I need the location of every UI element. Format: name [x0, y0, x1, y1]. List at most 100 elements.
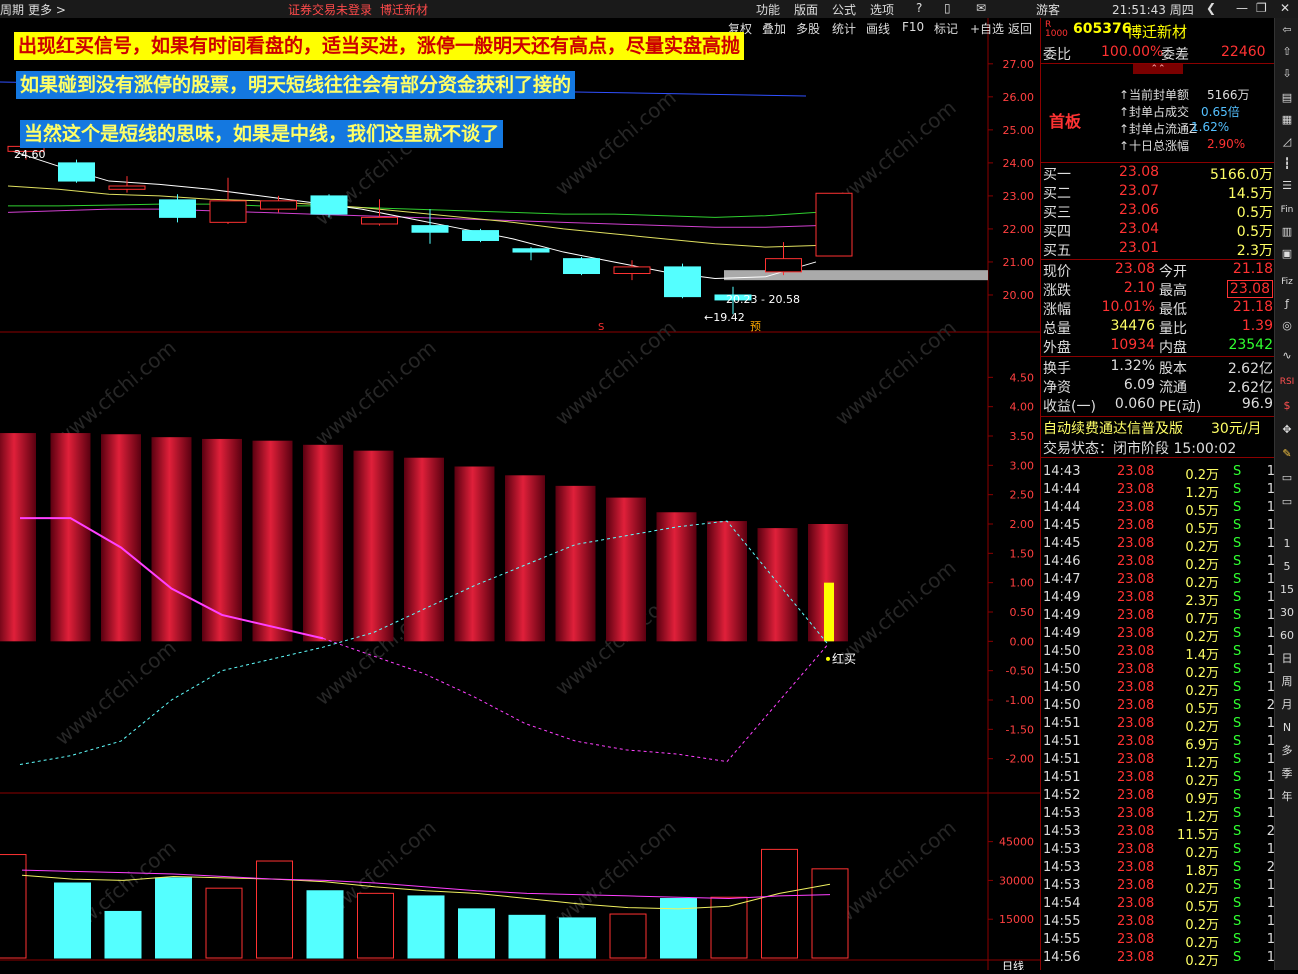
bid-row[interactable]: 买三 23.06 0.5万 — [1041, 202, 1275, 221]
arrow-left-icon[interactable]: ⇦ — [1278, 22, 1296, 38]
move-icon[interactable]: ✥ — [1278, 422, 1296, 438]
tick-row[interactable]: 14:54 23.08 0.5万 S 1 — [1041, 896, 1275, 915]
toolbar-stats[interactable]: 统计 — [832, 20, 856, 37]
tick-row[interactable]: 14:53 23.08 11.5万 S 2 — [1041, 824, 1275, 843]
period-button[interactable]: 5 — [1278, 559, 1296, 575]
toolbar-overlay[interactable]: 叠加 — [762, 20, 786, 37]
bid-row[interactable]: 买五 23.01 2.3万 — [1041, 240, 1275, 259]
login-status[interactable]: 证券交易未登录 — [288, 1, 372, 18]
period-button[interactable]: 多 — [1278, 743, 1296, 759]
line-chart-icon[interactable]: ◿ — [1278, 134, 1296, 150]
help-icon[interactable]: ? — [916, 1, 922, 15]
back-arrow-icon[interactable]: ❮ — [1206, 1, 1216, 15]
toolbar-add-favorite[interactable]: +自选 — [970, 20, 1004, 37]
tick-row[interactable]: 14:49 23.08 0.7万 S 1 — [1041, 608, 1275, 627]
list-icon[interactable]: ☰ — [1278, 178, 1296, 194]
tick-row[interactable]: 14:51 23.08 0.2万 S 1 — [1041, 716, 1275, 735]
f-icon[interactable]: ƒ — [1278, 296, 1296, 312]
chart-icon[interactable]: ▤ — [1278, 90, 1296, 106]
tick-row[interactable]: 14:49 23.08 2.3万 S 1 — [1041, 590, 1275, 609]
fin-icon[interactable]: Fin — [1278, 202, 1296, 218]
tick-row[interactable]: 14:53 23.08 0.2万 S 1 — [1041, 878, 1275, 897]
tick-row[interactable]: 14:44 23.08 0.5万 S 1 — [1041, 500, 1275, 519]
dollar-icon[interactable]: $ — [1278, 398, 1296, 414]
toolbar-back[interactable]: 返回 — [1008, 20, 1032, 37]
tick-row[interactable]: 14:50 23.08 0.2万 S 1 — [1041, 662, 1275, 681]
period-button[interactable]: N — [1278, 720, 1296, 736]
period-button[interactable]: 月 — [1278, 697, 1296, 713]
restore-icon[interactable]: ❐ — [1256, 1, 1267, 15]
toolbar-f10[interactable]: F10 — [902, 20, 924, 34]
bid-row[interactable]: 买一 23.08 5166.0万 — [1041, 164, 1275, 183]
menu-layout[interactable]: 版面 — [794, 1, 818, 18]
tick-row[interactable]: 14:47 23.08 0.2万 S 1 — [1041, 572, 1275, 591]
period-button[interactable]: 季 — [1278, 766, 1296, 782]
period-button[interactable]: 30 — [1278, 605, 1296, 621]
ad-price[interactable]: 30元/月 — [1211, 418, 1262, 438]
tick-row[interactable]: 14:50 23.08 0.2万 S 1 — [1041, 680, 1275, 699]
period-button[interactable]: 年 — [1278, 789, 1296, 805]
seal-value: 1.62% — [1191, 120, 1230, 134]
doc-icon[interactable]: ▣ — [1278, 246, 1296, 262]
user-label[interactable]: 游客 — [1036, 1, 1060, 18]
more-menu[interactable]: 更多 > — [28, 1, 66, 18]
toolbar-mark[interactable]: 标记 — [934, 20, 958, 37]
tick-row[interactable]: 14:43 23.08 0.2万 S 1 — [1041, 464, 1275, 483]
tick-row[interactable]: 14:52 23.08 0.9万 S 1 — [1041, 788, 1275, 807]
collapse-chevron-icon[interactable]: ⌃⌃ — [1133, 64, 1183, 74]
ad-banner[interactable]: 自动续费通达信普及版 30元/月 — [1041, 418, 1275, 438]
tick-row[interactable]: 14:51 23.08 1.2万 S 1 — [1041, 752, 1275, 771]
bid-row[interactable]: 买二 23.07 14.5万 — [1041, 183, 1275, 202]
tick-row[interactable]: 14:53 23.08 1.2万 S 1 — [1041, 806, 1275, 825]
stat-value: 23.08 — [1226, 280, 1273, 298]
tick-row[interactable]: 14:50 23.08 1.4万 S 1 — [1041, 644, 1275, 663]
table-icon[interactable]: ▥ — [1278, 224, 1296, 240]
phone-icon[interactable]: ▯ — [944, 1, 951, 15]
circle-icon[interactable]: ◎ — [1278, 318, 1296, 334]
period-button[interactable]: 1 — [1278, 536, 1296, 552]
tick-row[interactable]: 14:51 23.08 6.9万 S 1 — [1041, 734, 1275, 753]
fiz-icon[interactable]: Fiz — [1278, 274, 1296, 290]
panel-icon[interactable]: ▭ — [1278, 470, 1296, 486]
bid-row[interactable]: 买四 23.04 0.5万 — [1041, 221, 1275, 240]
wave-icon[interactable]: ∿ — [1278, 348, 1296, 364]
tick-row[interactable]: 14:51 23.08 0.2万 S 1 — [1041, 770, 1275, 789]
rsi-icon[interactable]: RSI — [1278, 374, 1296, 390]
tick-row[interactable]: 14:53 23.08 1.8万 S 2 — [1041, 860, 1275, 879]
tick-row[interactable]: 14:56 23.08 0.2万 S 1 — [1041, 950, 1275, 969]
panel2-icon[interactable]: ▭ — [1278, 494, 1296, 510]
period-button[interactable]: 周 — [1278, 674, 1296, 690]
arrow-down-icon[interactable]: ⇩ — [1278, 66, 1296, 82]
arrow-up-icon[interactable]: ⇧ — [1278, 44, 1296, 60]
period-button[interactable]: 日 — [1278, 651, 1296, 667]
tick-row[interactable]: 14:50 23.08 0.5万 S 2 — [1041, 698, 1275, 717]
pencil-icon[interactable]: ✎ — [1278, 446, 1296, 462]
period-button[interactable]: 15 — [1278, 582, 1296, 598]
toolbar-draw-line[interactable]: 画线 — [866, 20, 890, 37]
period-button[interactable]: 60 — [1278, 628, 1296, 644]
ad-text[interactable]: 自动续费通达信普及版 — [1043, 418, 1183, 438]
menu-formula[interactable]: 公式 — [832, 1, 856, 18]
stock-name[interactable]: 博迁新材 — [1127, 21, 1187, 42]
tick-row[interactable]: 14:55 23.08 0.2万 S 1 — [1041, 932, 1275, 951]
period-label[interactable]: 周期 — [0, 1, 24, 18]
tick-row[interactable]: 14:45 23.08 0.2万 S 1 — [1041, 536, 1275, 555]
tick-row[interactable]: 14:49 23.08 0.2万 S 1 — [1041, 626, 1275, 645]
tick-row[interactable]: 14:45 23.08 0.5万 S 1 — [1041, 518, 1275, 537]
minimize-icon[interactable]: — — [1236, 1, 1248, 15]
tick-row[interactable]: 14:44 23.08 1.2万 S 1 — [1041, 482, 1275, 501]
tick-row[interactable]: 14:55 23.08 0.2万 S 1 — [1041, 914, 1275, 933]
tick-list[interactable]: 14:43 23.08 0.2万 S 1 14:44 23.08 1.2万 S 1 14:44 23.… — [1041, 458, 1275, 970]
toolbar-multi-stock[interactable]: 多股 — [796, 20, 820, 37]
mail-icon[interactable]: ✉ — [976, 1, 986, 15]
candle-icon[interactable]: ┇ — [1278, 156, 1296, 172]
grid-icon[interactable]: ▦ — [1278, 112, 1296, 128]
menu-function[interactable]: 功能 — [756, 1, 780, 18]
menu-options[interactable]: 选项 — [870, 1, 894, 18]
chart-svg[interactable]: www.cfchi.com www.cfchi.com www.cfchi.com w… — [0, 18, 1040, 973]
stock-code[interactable]: 605376 — [1073, 21, 1131, 37]
tick-row[interactable]: 14:53 23.08 0.2万 S 1 — [1041, 842, 1275, 861]
chart-area[interactable]: www.cfchi.com www.cfchi.com www.cfchi.com w… — [0, 18, 1040, 973]
close-icon[interactable]: ✕ — [1280, 1, 1290, 15]
tick-row[interactable]: 14:46 23.08 0.2万 S 1 — [1041, 554, 1275, 573]
